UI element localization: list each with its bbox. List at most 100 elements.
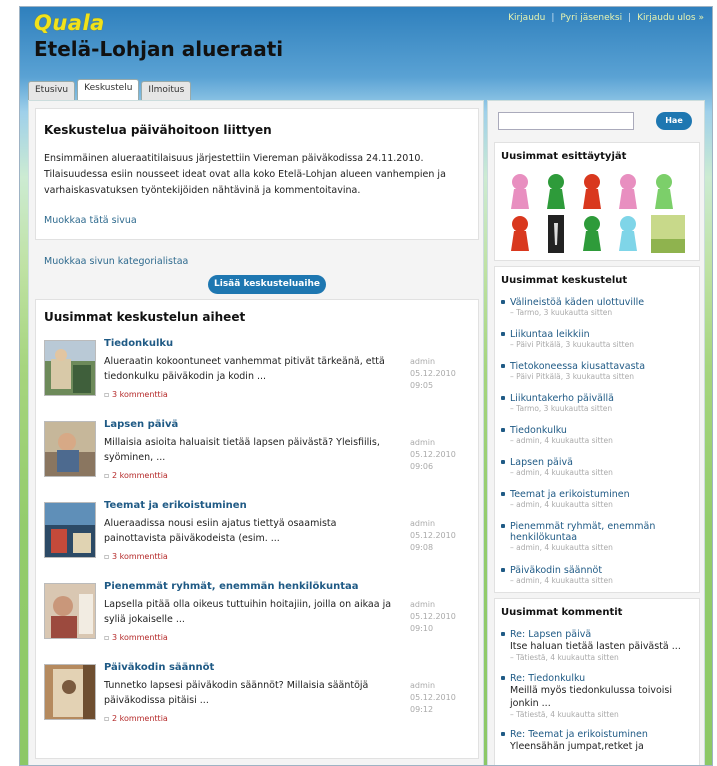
comment-count[interactable]: ▫ 3 kommenttia [104, 552, 168, 561]
discussion-meta: – admin, 4 kuukautta sitten [510, 436, 613, 445]
avatar[interactable] [507, 173, 533, 211]
discussion-meta: – admin, 4 kuukautta sitten [510, 500, 613, 509]
register-link[interactable]: Pyri jäseneksi [560, 13, 622, 23]
bullet [501, 568, 505, 572]
list-item: Teemat ja erikoistuminen – admin, 4 kuuka… [501, 489, 697, 509]
avatar[interactable] [579, 173, 605, 211]
site-title: Etelä-Lohjan alueraati [34, 37, 284, 61]
comment-link[interactable]: Re: Lapsen päivä [510, 629, 697, 640]
topic-item: Päiväkodin säännöt Tunnetko lapsesi päiv… [44, 660, 474, 738]
bullet [501, 524, 505, 528]
topic-item: Teemat ja erikoistuminen Alueraadissa no… [44, 498, 474, 576]
list-item: Re: Tiedonkulku Meillä myös tiedonkulussa… [501, 673, 697, 719]
edit-page-link[interactable]: Muokkaa tätä sivua [44, 215, 137, 226]
topic-title[interactable]: Pienemmät ryhmät, enemmän henkilökuntaa [104, 581, 359, 592]
discussion-meta: – admin, 4 kuukautta sitten [510, 543, 613, 552]
comment-excerpt: Itse haluan tietää lasten päivästä ... [510, 641, 681, 652]
topic-title[interactable]: Tiedonkulku [104, 338, 173, 349]
comment-meta: – Tätiestä, 4 kuukautta sitten [510, 653, 619, 662]
discussion-link[interactable]: Lapsen päivä [510, 457, 697, 468]
avatar[interactable] [543, 173, 569, 211]
login-link[interactable]: Kirjaudu [508, 13, 545, 23]
comment-count-label: 2 kommenttia [111, 714, 168, 723]
comment-excerpt: Meillä myös tiedonkulussa toivoisi jonki… [510, 685, 673, 709]
discussion-link[interactable]: Teemat ja erikoistuminen [510, 489, 697, 500]
divider: | [628, 13, 632, 23]
topic-thumbnail[interactable] [44, 421, 96, 477]
comment-icon: ▫ [104, 390, 112, 399]
bullet [501, 428, 505, 432]
profiles-title: Uusimmat esittäytyjät [501, 151, 627, 162]
avatar[interactable] [651, 215, 685, 253]
discussion-link[interactable]: Liikuntaa leikkiin [510, 329, 697, 340]
comment-link[interactable]: Re: Teemat ja erikoistuminen [510, 729, 697, 740]
topic-title[interactable]: Päiväkodin säännöt [104, 662, 214, 673]
comment-count[interactable]: ▫ 2 kommenttia [104, 471, 168, 480]
list-item: Välineistöä käden ulottuville – Tarmo, 3 … [501, 297, 697, 317]
discussion-link[interactable]: Pienemmät ryhmät, enemmän henkilökuntaa [510, 521, 697, 543]
topic-meta: admin 05.12.2010 09:06 [410, 437, 456, 473]
topic-excerpt: Millaisia asioita haluaisit tietää lapse… [104, 437, 380, 463]
avatar[interactable] [579, 215, 605, 253]
discussion-link[interactable]: Tiedonkulku [510, 425, 697, 436]
topic-author: admin [410, 438, 436, 447]
comment-count[interactable]: ▫ 2 kommenttia [104, 714, 168, 723]
comment-link[interactable]: Re: Tiedonkulku [510, 673, 697, 684]
bullet [501, 732, 505, 736]
tab-home[interactable]: Etusivu [28, 81, 76, 100]
list-item: Tiedonkulku – admin, 4 kuukautta sitten [501, 425, 697, 445]
bullet [501, 492, 505, 496]
topic-title[interactable]: Lapsen päivä [104, 419, 178, 430]
discussion-link[interactable]: Tietokoneessa kiusattavasta [510, 361, 697, 372]
bullet [501, 300, 505, 304]
discussion-link[interactable]: Välineistöä käden ulottuville [510, 297, 697, 308]
avatar[interactable] [651, 173, 677, 211]
comment-count-label: 3 kommenttia [111, 633, 168, 642]
comment-count[interactable]: ▫ 3 kommenttia [104, 390, 168, 399]
topic-author: admin [410, 519, 436, 528]
topic-author: admin [410, 681, 436, 690]
browser-page: Quala Etelä-Lohjan alueraati Kirjaudu | … [19, 6, 713, 766]
tab-discussion[interactable]: Keskustelu [77, 79, 140, 100]
bullet [501, 364, 505, 368]
avatar[interactable] [615, 215, 641, 253]
avatar[interactable] [615, 173, 641, 211]
topic-thumbnail[interactable] [44, 583, 96, 639]
avatar[interactable] [543, 215, 569, 253]
discussion-link[interactable]: Päiväkodin säännöt [510, 565, 697, 576]
bullet [501, 676, 505, 680]
list-item: Lapsen päivä – admin, 4 kuukautta sitten [501, 457, 697, 477]
bullet [501, 460, 505, 464]
discussion-link[interactable]: Liikuntakerho päivällä [510, 393, 697, 404]
comment-count[interactable]: ▫ 3 kommenttia [104, 633, 168, 642]
topic-date: 05.12.2010 [410, 612, 456, 621]
discussion-meta: – Päivi Pitkälä, 3 kuukautta sitten [510, 340, 634, 349]
comment-count-label: 3 kommenttia [111, 390, 168, 399]
discussion-meta: – admin, 4 kuukautta sitten [510, 468, 613, 477]
topic-thumbnail[interactable] [44, 664, 96, 720]
latest-discussions-box: Uusimmat keskustelut Välineistöä käden u… [494, 266, 700, 593]
list-item: Liikuntakerho päivällä – Tarmo, 3 kuukaut… [501, 393, 697, 413]
topic-time: 09:08 [410, 543, 434, 552]
site-logo[interactable]: Quala [34, 11, 105, 35]
logout-link[interactable]: Kirjaudu ulos » [637, 13, 704, 23]
bullet [501, 396, 505, 400]
search-input[interactable] [498, 112, 634, 130]
list-item: Re: Teemat ja erikoistuminen Yleensähän j… [501, 729, 697, 753]
avatar[interactable] [507, 215, 533, 253]
topic-title[interactable]: Teemat ja erikoistuminen [104, 500, 247, 511]
topics-section: Uusimmat keskustelun aiheet Tiedonkulku … [35, 299, 479, 759]
discussion-meta: – admin, 4 kuukautta sitten [510, 576, 613, 585]
comment-icon: ▫ [104, 471, 112, 480]
topic-date: 05.12.2010 [410, 450, 456, 459]
tab-notice[interactable]: Ilmoitus [141, 81, 192, 100]
topic-thumbnail[interactable] [44, 340, 96, 396]
topic-meta: admin 05.12.2010 09:05 [410, 356, 456, 392]
topic-thumbnail[interactable] [44, 502, 96, 558]
topic-author: admin [410, 357, 436, 366]
search-button[interactable]: Hae [656, 112, 692, 130]
add-topic-button[interactable]: Lisää keskusteluaihe [208, 275, 326, 294]
edit-categories-link[interactable]: Muokkaa sivun kategorialistaa [44, 256, 188, 267]
topic-date: 05.12.2010 [410, 531, 456, 540]
profiles-box: Uusimmat esittäytyjät [494, 142, 700, 261]
